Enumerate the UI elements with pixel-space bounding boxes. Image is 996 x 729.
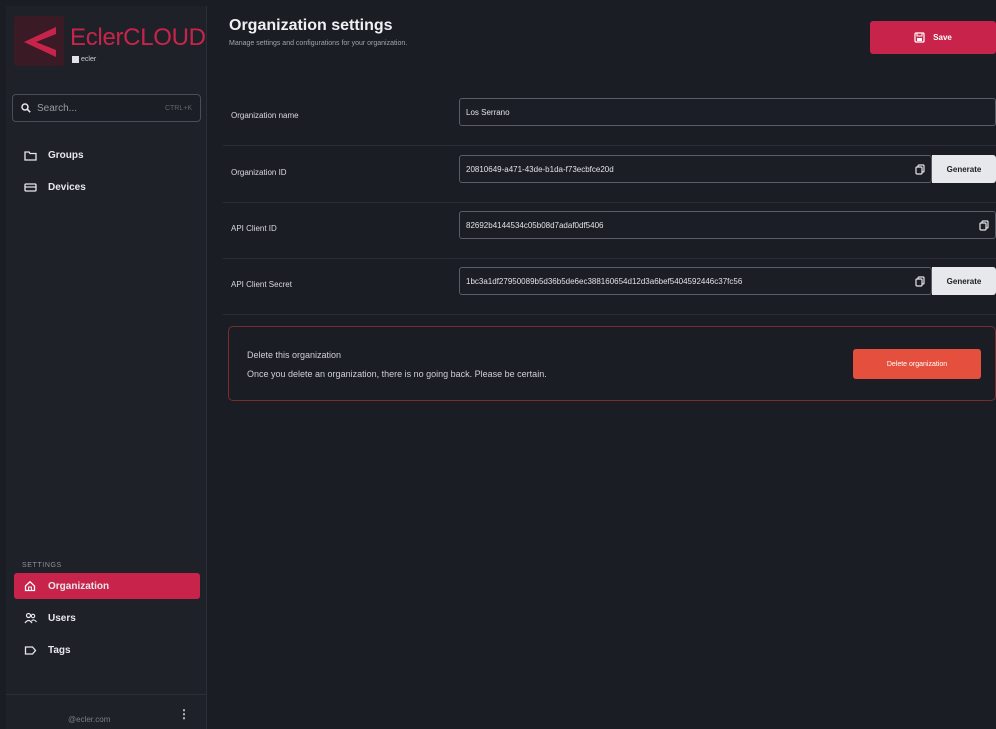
delete-organization-button[interactable]: Delete organization: [853, 349, 981, 379]
search-input[interactable]: Search... CTRL+K: [12, 94, 201, 122]
page-subtitle: Manage settings and configurations for y…: [229, 40, 408, 47]
sidebar-footer: @ecler.com ⋮: [6, 694, 207, 729]
api-client-id-field[interactable]: 82692b4144534c05b08d7adaf0df5406: [459, 211, 996, 239]
org-name-label: Organization name: [231, 111, 299, 120]
sidebar-item-users[interactable]: Users: [14, 605, 200, 631]
sidebar-item-label: Groups: [48, 149, 84, 161]
api-client-secret-row: API Client Secret 1bc3a1df27950089b5d36b…: [223, 259, 996, 315]
tag-icon: [24, 645, 40, 656]
generate-api-secret-button[interactable]: Generate: [932, 267, 996, 295]
org-id-label: Organization ID: [231, 168, 287, 177]
save-label: Save: [933, 33, 952, 42]
brand-sub: ecler: [72, 56, 96, 63]
brand-name: EclerCLOUD: [70, 24, 206, 51]
api-client-secret-value: 1bc3a1df27950089b5d36b5de6ec388160654d12…: [466, 276, 743, 286]
generate-org-id-button[interactable]: Generate: [932, 155, 996, 183]
search-shortcut: CTRL+K: [164, 104, 192, 112]
device-icon: [24, 182, 40, 193]
org-id-field[interactable]: 20810649-a471-43de-b1da-f73ecbfce20d: [459, 155, 932, 183]
copy-icon[interactable]: [915, 275, 925, 287]
settings-section-label: SETTINGS: [22, 562, 62, 569]
sidebar-item-label: Tags: [48, 644, 71, 656]
sidebar-item-label: Devices: [48, 181, 86, 193]
sidebar: EclerCLOUD ecler Search... CTRL+K Groups…: [6, 6, 207, 729]
org-name-row: Organization name Los Serrano: [223, 90, 996, 146]
users-icon: [24, 612, 40, 624]
sidebar-item-label: Users: [48, 612, 76, 624]
main-content: Organization settings Manage settings an…: [207, 6, 996, 729]
user-email: @ecler.com: [68, 715, 111, 724]
copy-icon[interactable]: [979, 219, 989, 231]
api-client-id-label: API Client ID: [231, 224, 277, 233]
sidebar-item-devices[interactable]: Devices: [14, 174, 200, 200]
org-id-row: Organization ID 20810649-a471-43de-b1da-…: [223, 147, 996, 203]
search-placeholder: Search...: [37, 102, 78, 114]
sidebar-item-organization[interactable]: Organization: [14, 573, 200, 599]
search-icon: [21, 103, 31, 113]
copy-icon[interactable]: [915, 163, 925, 175]
save-icon: [914, 32, 925, 43]
org-name-field[interactable]: Los Serrano: [459, 98, 996, 126]
api-client-id-value: 82692b4144534c05b08d7adaf0df5406: [466, 220, 604, 230]
ecler-logo-icon: [14, 16, 64, 66]
api-client-secret-field[interactable]: 1bc3a1df27950089b5d36b5de6ec388160654d12…: [459, 267, 932, 295]
danger-description: Once you delete an organization, there i…: [247, 369, 547, 379]
api-client-id-row: API Client ID 82692b4144534c05b08d7adaf0…: [223, 203, 996, 259]
danger-title: Delete this organization: [247, 350, 342, 360]
save-button[interactable]: Save: [870, 21, 996, 54]
org-name-value: Los Serrano: [466, 107, 510, 117]
folder-icon: [24, 150, 40, 161]
more-options-icon[interactable]: ⋮: [178, 707, 190, 721]
sidebar-item-groups[interactable]: Groups: [14, 142, 200, 168]
sidebar-item-label: Organization: [48, 580, 110, 592]
home-icon: [24, 580, 40, 592]
org-id-value: 20810649-a471-43de-b1da-f73ecbfce20d: [466, 164, 614, 174]
brand-sub-label: ecler: [81, 56, 97, 63]
danger-zone: Delete this organization Once you delete…: [228, 326, 996, 401]
brand-logo[interactable]: EclerCLOUD ecler: [12, 16, 207, 76]
ecler-mark-icon: [72, 56, 79, 63]
page-title: Organization settings: [229, 17, 393, 34]
api-client-secret-label: API Client Secret: [231, 280, 292, 289]
sidebar-item-tags[interactable]: Tags: [14, 637, 200, 663]
